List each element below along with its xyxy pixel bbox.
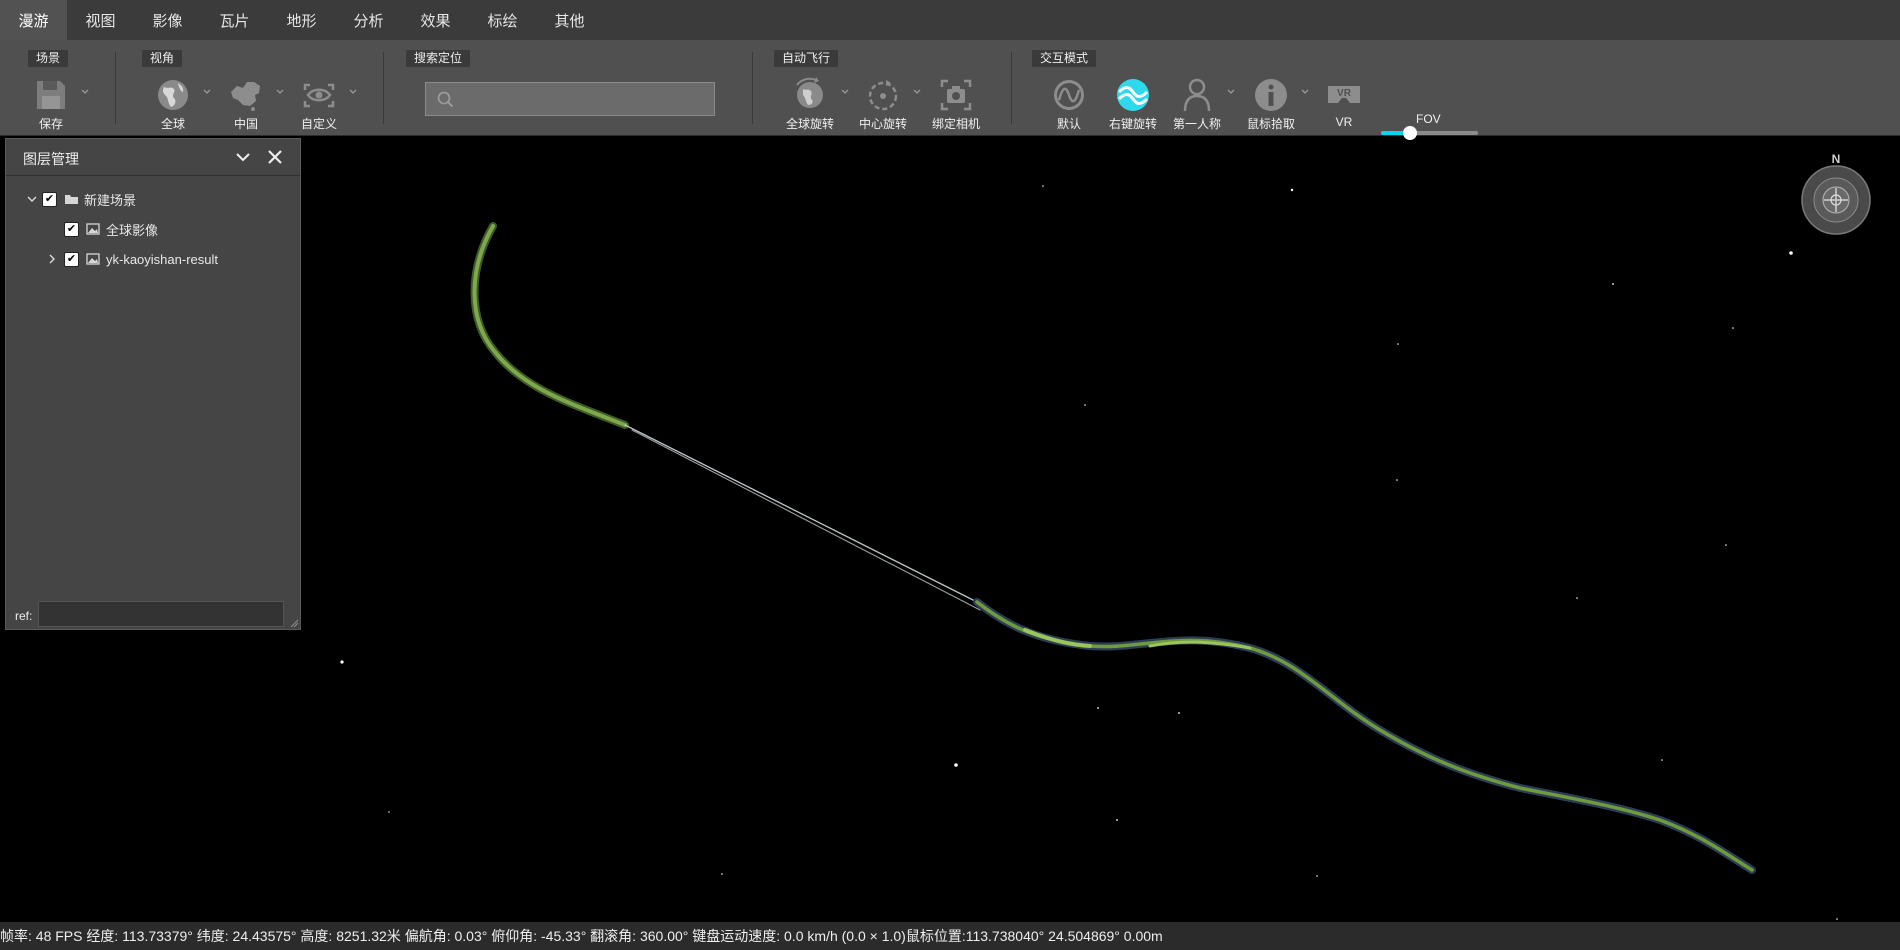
compass-widget[interactable] xyxy=(1801,165,1871,235)
menu-tab-analysis[interactable]: 分析 xyxy=(335,0,402,40)
center-rotate-button[interactable]: 中心旋转 xyxy=(851,76,915,132)
panel-title: 图层管理 xyxy=(23,151,79,167)
default-mode-label: 默认 xyxy=(1056,117,1081,131)
vr-headset-icon: VR xyxy=(1328,86,1360,103)
globe-rotate-button[interactable]: 全球旋转 xyxy=(778,76,842,132)
right-drag-rotate-button[interactable]: 右键旋转 xyxy=(1101,76,1165,132)
first-person-label: 第一人称 xyxy=(1172,117,1221,131)
chevron-down-icon[interactable] xyxy=(912,87,922,97)
fov-label: FOV xyxy=(1416,112,1441,126)
fov-slider-handle[interactable] xyxy=(1403,126,1418,140)
layer-checkbox[interactable]: ✔ xyxy=(42,191,57,207)
group-title-interact: 交互模式 xyxy=(1032,50,1097,67)
chevron-down-icon[interactable] xyxy=(202,87,212,97)
close-icon[interactable] xyxy=(267,149,283,165)
globe-icon xyxy=(158,80,188,110)
default-mode-button[interactable]: 默认 xyxy=(1037,76,1101,132)
custom-view-button[interactable]: 自定义 xyxy=(287,76,351,132)
save-button[interactable]: 保存 xyxy=(19,76,83,132)
separator xyxy=(1011,52,1012,124)
tree-item-label: 全球影像 xyxy=(106,222,159,238)
status-bar: 帧率: 48 FPS 经度: 113.73379° 纬度: 24.43575° … xyxy=(0,922,1900,950)
menu-tab-other[interactable]: 其他 xyxy=(536,0,603,40)
menu-tab-effects[interactable]: 效果 xyxy=(402,0,469,40)
group-title-scene: 场景 xyxy=(28,50,69,67)
tree-item-global-imagery[interactable]: ✔ 全球影像 xyxy=(64,218,158,240)
center-rotate-icon xyxy=(868,80,898,111)
image-layer-icon xyxy=(86,253,100,265)
compass-north-label: N xyxy=(1832,152,1841,166)
tree-item-result-layer[interactable]: ✔ yk-kaoyishan-result xyxy=(46,248,218,270)
china-view-button[interactable]: 中国 xyxy=(214,76,278,132)
group-title-view: 视角 xyxy=(142,50,183,67)
ref-input[interactable] xyxy=(38,601,284,627)
separator xyxy=(115,52,116,124)
globe-view-button[interactable]: 全球 xyxy=(141,76,205,132)
search-field[interactable] xyxy=(425,82,715,116)
group-title-autofly: 自动飞行 xyxy=(774,50,839,67)
custom-view-label: 自定义 xyxy=(300,117,337,131)
folder-icon xyxy=(65,195,78,204)
china-view-label: 中国 xyxy=(233,117,258,131)
mouse-pick-label: 鼠标拾取 xyxy=(1246,117,1295,131)
right-drag-rotate-label: 右键旋转 xyxy=(1108,117,1157,131)
layer-checkbox[interactable]: ✔ xyxy=(64,251,79,267)
chevron-down-icon[interactable] xyxy=(1300,87,1310,97)
chevron-down-icon[interactable] xyxy=(348,87,358,97)
ref-label: ref: xyxy=(15,609,33,623)
group-title-search: 搜索定位 xyxy=(406,50,471,67)
save-button-label: 保存 xyxy=(38,117,63,131)
image-layer-icon xyxy=(86,223,100,235)
person-icon xyxy=(1183,78,1211,112)
separator xyxy=(752,52,753,124)
panel-header: 图层管理 xyxy=(6,139,300,176)
first-person-button[interactable]: 第一人称 xyxy=(1165,76,1229,132)
toolbar-ribbon: 场景 视角 搜索定位 自动飞行 交互模式 保存 全球 中国 自定义 全球旋转 中… xyxy=(0,40,1900,140)
vr-label: VR xyxy=(1335,115,1353,129)
separator xyxy=(383,52,384,124)
mouse-pick-button[interactable]: 鼠标拾取 xyxy=(1239,76,1303,132)
menu-tab-terrain[interactable]: 地形 xyxy=(268,0,335,40)
tree-item-label: 新建场景 xyxy=(84,192,137,208)
floppy-disk-icon xyxy=(37,81,65,109)
wave-circle-icon xyxy=(1117,79,1149,111)
svg-text:VR: VR xyxy=(1337,88,1352,99)
menu-tab-view[interactable]: 视图 xyxy=(67,0,134,40)
eye-icon xyxy=(303,83,335,108)
menu-bar: 漫游 视图 影像 瓦片 地形 分析 效果 标绘 其他 xyxy=(0,0,1900,40)
bind-camera-button[interactable]: 绑定相机 xyxy=(924,76,988,132)
camera-link-icon xyxy=(940,79,972,111)
route-model xyxy=(470,222,1756,874)
globe-rotate-icon xyxy=(796,77,823,108)
globe-rotate-label: 全球旋转 xyxy=(785,117,834,131)
chevron-down-icon[interactable] xyxy=(26,193,38,205)
resize-handle-icon[interactable] xyxy=(290,619,299,628)
vr-button[interactable]: VR VR xyxy=(1312,76,1376,132)
menu-tab-plotting[interactable]: 标绘 xyxy=(469,0,536,40)
chevron-down-icon[interactable] xyxy=(80,87,90,97)
chevron-down-icon[interactable] xyxy=(275,87,285,97)
collapse-chevron-icon[interactable] xyxy=(235,149,251,165)
wave-circle-icon xyxy=(1054,80,1084,110)
tree-item-label: yk-kaoyishan-result xyxy=(106,251,218,267)
bind-camera-label: 绑定相机 xyxy=(931,117,980,131)
layer-manager-panel: 图层管理 ✔ 新建场景 ✔ 全球影像 ✔ yk-kaoyishan-result… xyxy=(5,138,301,630)
chevron-down-icon[interactable] xyxy=(1226,87,1236,97)
search-input[interactable] xyxy=(460,87,710,113)
center-rotate-label: 中心旋转 xyxy=(858,117,907,131)
chevron-right-icon[interactable] xyxy=(46,253,58,265)
china-map-icon xyxy=(231,82,260,111)
menu-tab-roam[interactable]: 漫游 xyxy=(0,0,67,40)
info-icon xyxy=(1255,79,1287,111)
menu-tab-imagery[interactable]: 影像 xyxy=(134,0,201,40)
globe-view-label: 全球 xyxy=(160,117,185,131)
search-icon xyxy=(437,91,454,108)
menu-tab-tiles[interactable]: 瓦片 xyxy=(201,0,268,40)
chevron-down-icon[interactable] xyxy=(840,87,850,97)
fov-slider[interactable] xyxy=(1381,126,1478,140)
layer-checkbox[interactable]: ✔ xyxy=(64,221,79,237)
tree-item-scene-root[interactable]: ✔ 新建场景 xyxy=(26,188,136,210)
